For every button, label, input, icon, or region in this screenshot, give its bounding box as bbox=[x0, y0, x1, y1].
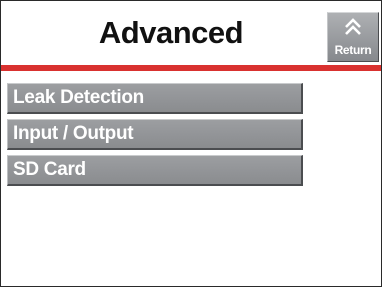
menu-item-label: Input / Output bbox=[13, 123, 134, 144]
advanced-screen: Advanced Return Leak Detection Input / O… bbox=[0, 0, 382, 287]
return-button-label: Return bbox=[334, 43, 372, 57]
return-button[interactable]: Return bbox=[327, 12, 379, 62]
page-title: Advanced bbox=[98, 15, 244, 50]
menu-item-sd-card[interactable]: SD Card bbox=[7, 155, 303, 186]
advanced-menu: Leak Detection Input / Output SD Card bbox=[7, 83, 303, 191]
menu-item-leak-detection[interactable]: Leak Detection bbox=[7, 83, 303, 114]
menu-item-label: SD Card bbox=[13, 159, 86, 180]
header-bar: Advanced Return bbox=[1, 1, 381, 65]
menu-item-input-output[interactable]: Input / Output bbox=[7, 119, 303, 150]
chevron-up-icon bbox=[345, 18, 361, 35]
accent-divider bbox=[1, 65, 381, 71]
menu-item-label: Leak Detection bbox=[13, 87, 144, 108]
